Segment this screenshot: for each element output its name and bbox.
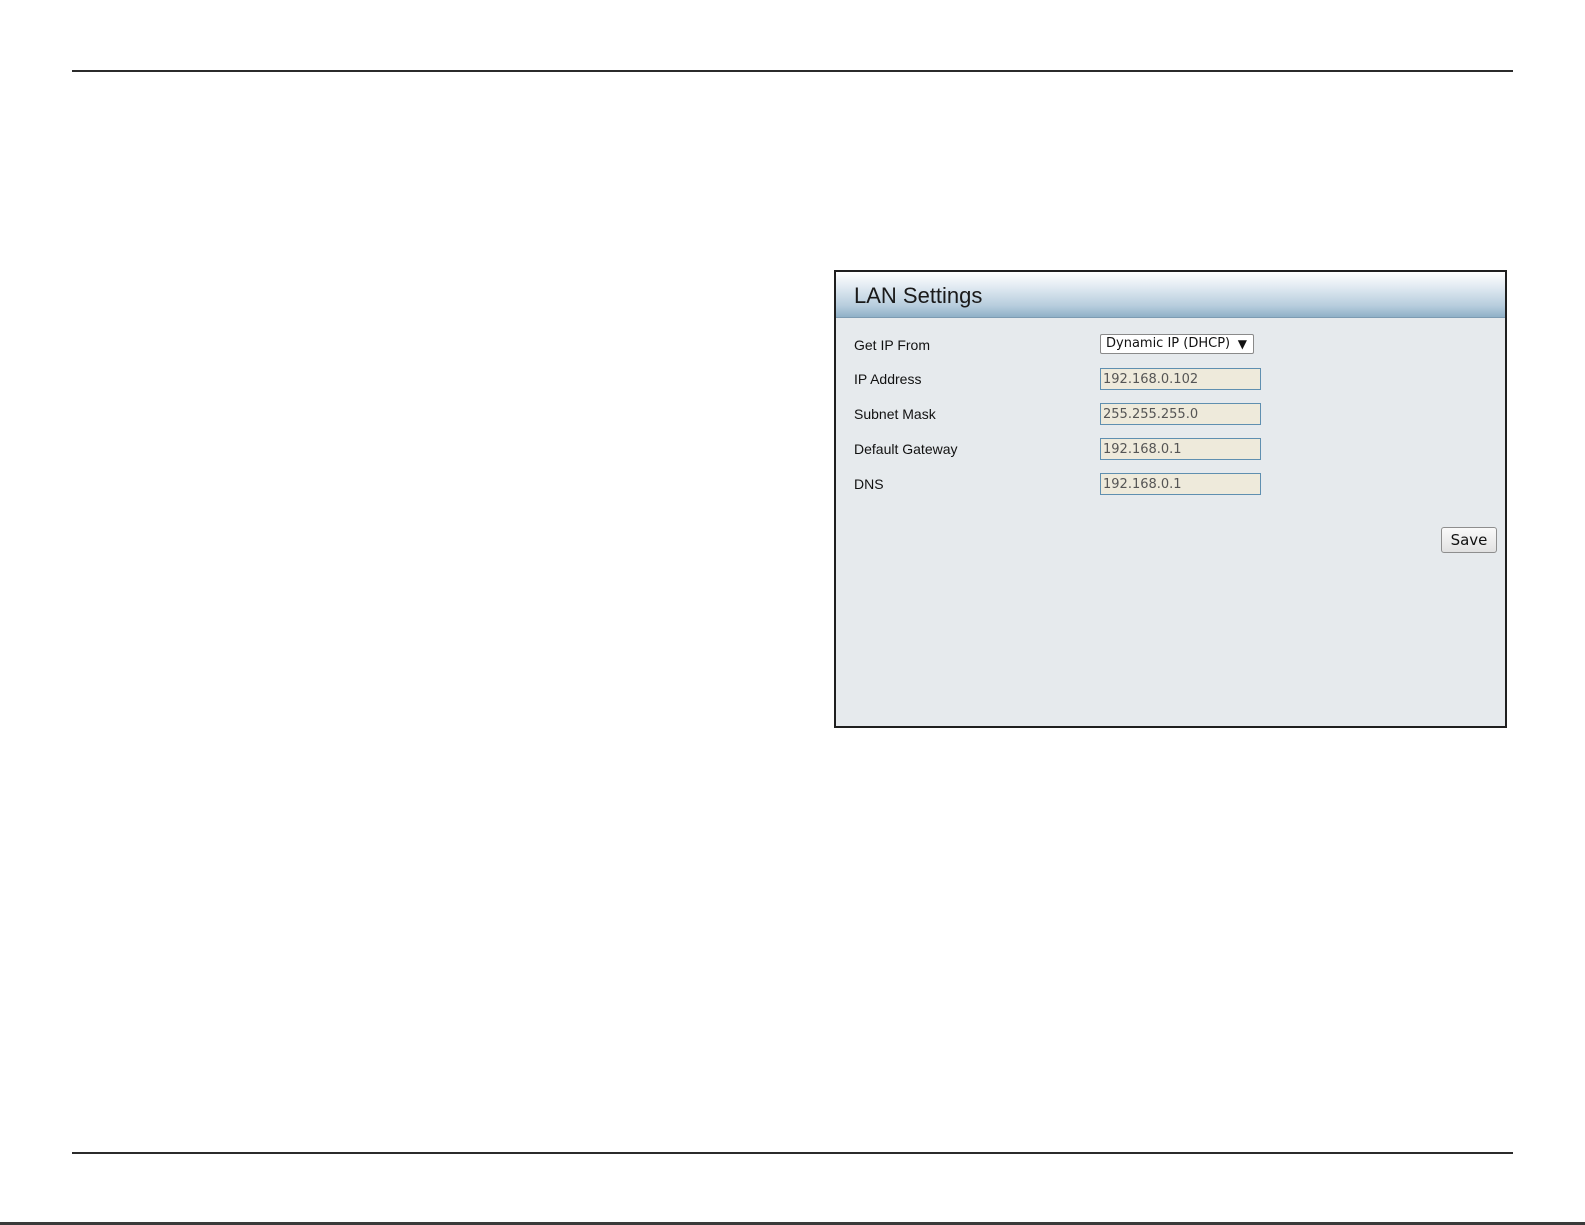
form-row-subnet-mask: Subnet Mask [854,403,1494,427]
panel-title: LAN Settings [854,283,983,308]
panel-header: LAN Settings [836,272,1505,318]
chevron-down-icon: ▼ [1237,337,1247,351]
form-row-dns: DNS [854,473,1494,497]
get-ip-from-selected: Dynamic IP (DHCP) [1106,336,1231,351]
default-gateway-input[interactable] [1100,438,1261,460]
get-ip-from-select[interactable]: Dynamic IP (DHCP) ▼ [1100,334,1254,354]
ip-address-input[interactable] [1100,368,1261,390]
form-row-default-gateway: Default Gateway [854,438,1494,462]
page-top-rule [72,70,1513,72]
default-gateway-label: Default Gateway [854,441,958,457]
subnet-mask-input[interactable] [1100,403,1261,425]
get-ip-from-label: Get IP From [854,337,930,353]
lan-settings-panel: LAN Settings Get IP From Dynamic IP (DHC… [834,270,1507,728]
dns-label: DNS [854,476,884,492]
form-row-get-ip-from: Get IP From Dynamic IP (DHCP) ▼ [854,334,1494,358]
page-bottom-rule [72,1152,1513,1154]
ip-address-label: IP Address [854,371,922,387]
dns-input[interactable] [1100,473,1261,495]
subnet-mask-label: Subnet Mask [854,406,936,422]
form-row-ip-address: IP Address [854,368,1494,392]
save-button[interactable]: Save [1441,527,1497,553]
